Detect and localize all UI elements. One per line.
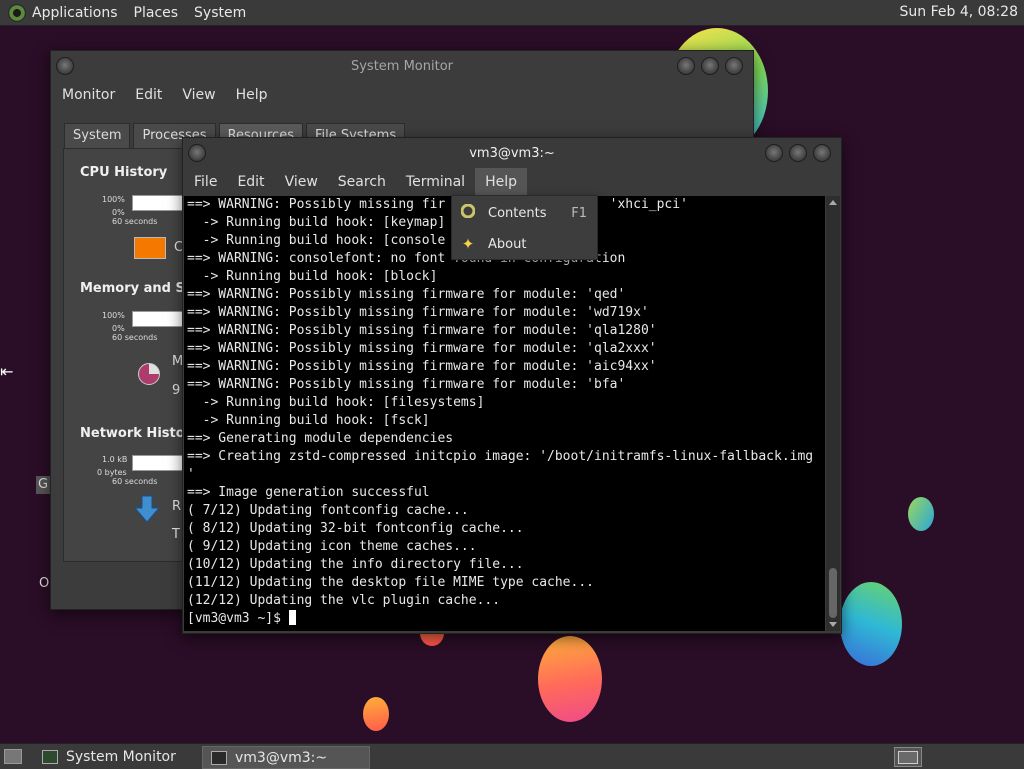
menu-help[interactable]: Help [226, 87, 278, 103]
scroll-thumb[interactable] [829, 568, 837, 618]
window-menu-button[interactable] [188, 144, 206, 162]
window-title: System Monitor [350, 58, 454, 74]
network-top-label: 1.0 kB [102, 455, 128, 464]
menu-item-about-label: About [488, 236, 527, 252]
menu-item-about[interactable]: ✦ About [452, 229, 597, 259]
minimize-button[interactable] [765, 144, 783, 162]
terminal-app-icon [211, 750, 227, 765]
show-desktop-icon[interactable] [4, 749, 22, 764]
workspace-1[interactable] [898, 751, 918, 764]
maximize-button[interactable] [701, 57, 719, 75]
terminal-line: ==> WARNING: Possibly missing firmware f… [187, 287, 626, 302]
cpu-history-title: CPU History [80, 165, 168, 180]
taskbar-label: vm3@vm3:~ [235, 749, 328, 766]
help-contents-icon [460, 203, 476, 222]
terminal-titlebar[interactable]: vm3@vm3:~ [183, 138, 841, 168]
menu-help[interactable]: Help [475, 168, 527, 196]
terminal-prompt-line[interactable]: [vm3@vm3 ~]$ [184, 610, 825, 628]
terminal-line: ==> WARNING: Possibly missing firmware f… [187, 305, 649, 320]
menu-view[interactable]: View [275, 174, 328, 190]
terminal-line: -> Running build hook: [fsck] [187, 413, 430, 428]
window-title: vm3@vm3:~ [469, 145, 555, 161]
memory-value: 9 [172, 383, 181, 398]
terminal-line: ==> Image generation successful [187, 485, 430, 500]
terminal-line: ( 7/12) Updating fontconfig cache... [187, 503, 469, 518]
memory-bottom-label: 0% [112, 324, 125, 333]
menu-applications[interactable]: Applications [32, 5, 118, 21]
terminal-line: ( 9/12) Updating icon theme caches... [187, 539, 477, 554]
scroll-down-arrow-icon[interactable] [829, 622, 837, 627]
taskbar-system-monitor[interactable]: System Monitor [34, 746, 194, 767]
menu-system[interactable]: System [194, 5, 246, 21]
desktop-bubble [840, 582, 902, 666]
distro-logo-icon[interactable] [8, 3, 26, 22]
memory-time-label: 60 seconds [112, 333, 158, 342]
network-total-label: T [172, 527, 180, 542]
tab-system[interactable]: System [64, 123, 131, 148]
terminal-menubar: File Edit View Search Terminal Help [183, 168, 842, 196]
window-menu-button[interactable] [56, 57, 74, 75]
menu-item-contents-label: Contents [488, 205, 547, 221]
network-bottom-label: 0 bytes [97, 468, 127, 477]
minimize-button[interactable] [677, 57, 695, 75]
system-monitor-titlebar[interactable]: System Monitor [51, 51, 753, 81]
terminal-output[interactable]: ==> WARNING: Possibly missing fir 'xhci_… [184, 196, 825, 631]
cpu-color-swatch[interactable] [134, 237, 166, 259]
terminal-line: -> Running build hook: [filesystems] [187, 395, 485, 410]
terminal-line: ==> WARNING: Possibly missing firmware f… [187, 359, 657, 374]
terminal-line: ==> WARNING: Possibly missing firmware f… [187, 377, 626, 392]
close-button[interactable] [813, 144, 831, 162]
terminal-line: ' [187, 467, 195, 482]
terminal-line: (11/12) Updating the desktop file MIME t… [187, 575, 594, 590]
terminal-line: (10/12) Updating the info directory file… [187, 557, 524, 572]
top-panel: Applications Places System Sun Feb 4, 08… [0, 0, 1024, 26]
cpu-time-label: 60 seconds [112, 217, 158, 226]
desktop-fragment-g: G [36, 476, 50, 494]
terminal-scrollbar[interactable] [826, 196, 840, 631]
network-time-label: 60 seconds [112, 477, 158, 486]
scroll-up-arrow-icon[interactable] [829, 200, 837, 205]
memory-pie-icon[interactable] [138, 363, 160, 385]
memory-top-label: 100% [102, 311, 125, 320]
cpu-bottom-label: 0% [112, 208, 125, 217]
network-receiving-label: R [172, 499, 182, 514]
terminal-line: ( 8/12) Updating 32-bit fontconfig cache… [187, 521, 524, 536]
terminal-prompt: [vm3@vm3 ~]$ [187, 611, 289, 626]
terminal-line: ==> WARNING: Possibly missing firmware f… [187, 341, 657, 356]
menu-view[interactable]: View [172, 87, 225, 103]
bottom-panel: System Monitor vm3@vm3:~ [0, 743, 1024, 769]
close-button[interactable] [725, 57, 743, 75]
desktop-bubble [538, 636, 602, 722]
about-star-icon: ✦ [461, 235, 475, 253]
menu-file[interactable]: File [184, 174, 227, 190]
terminal-cursor [288, 610, 296, 625]
mouse-pointer-icon: ⇤ [0, 362, 14, 381]
terminal-line: ==> Generating module dependencies [187, 431, 454, 446]
menu-edit[interactable]: Edit [227, 174, 274, 190]
menu-search[interactable]: Search [328, 174, 396, 190]
menu-places[interactable]: Places [134, 5, 179, 21]
terminal-line: -> Running build hook: [block] [187, 269, 438, 284]
menu-item-contents-accel: F1 [571, 205, 587, 221]
terminal-line: ==> WARNING: Possibly missing firmware f… [187, 323, 657, 338]
clock[interactable]: Sun Feb 4, 08:28 [900, 4, 1018, 20]
menu-edit[interactable]: Edit [125, 87, 172, 103]
desktop-bubble [363, 697, 389, 731]
desktop-bubble [908, 497, 934, 531]
menu-monitor[interactable]: Monitor [52, 87, 125, 103]
workspace-switcher[interactable] [894, 747, 922, 767]
taskbar-label: System Monitor [66, 748, 176, 765]
maximize-button[interactable] [789, 144, 807, 162]
system-monitor-app-icon [42, 749, 58, 764]
help-dropdown-menu: Contents F1 ✦ About [451, 195, 598, 260]
menu-terminal[interactable]: Terminal [396, 174, 475, 190]
receiving-arrow-icon[interactable] [133, 495, 161, 523]
terminal-line: (12/12) Updating the vlc plugin cache... [187, 593, 501, 608]
cpu-top-label: 100% [102, 195, 125, 204]
system-monitor-menubar: Monitor Edit View Help [52, 81, 753, 109]
menu-item-contents[interactable]: Contents F1 [452, 198, 597, 228]
terminal-line: ==> Creating zstd-compressed initcpio im… [187, 449, 814, 464]
taskbar-terminal[interactable]: vm3@vm3:~ [202, 746, 370, 769]
desktop-fragment-o: O [39, 576, 50, 591]
